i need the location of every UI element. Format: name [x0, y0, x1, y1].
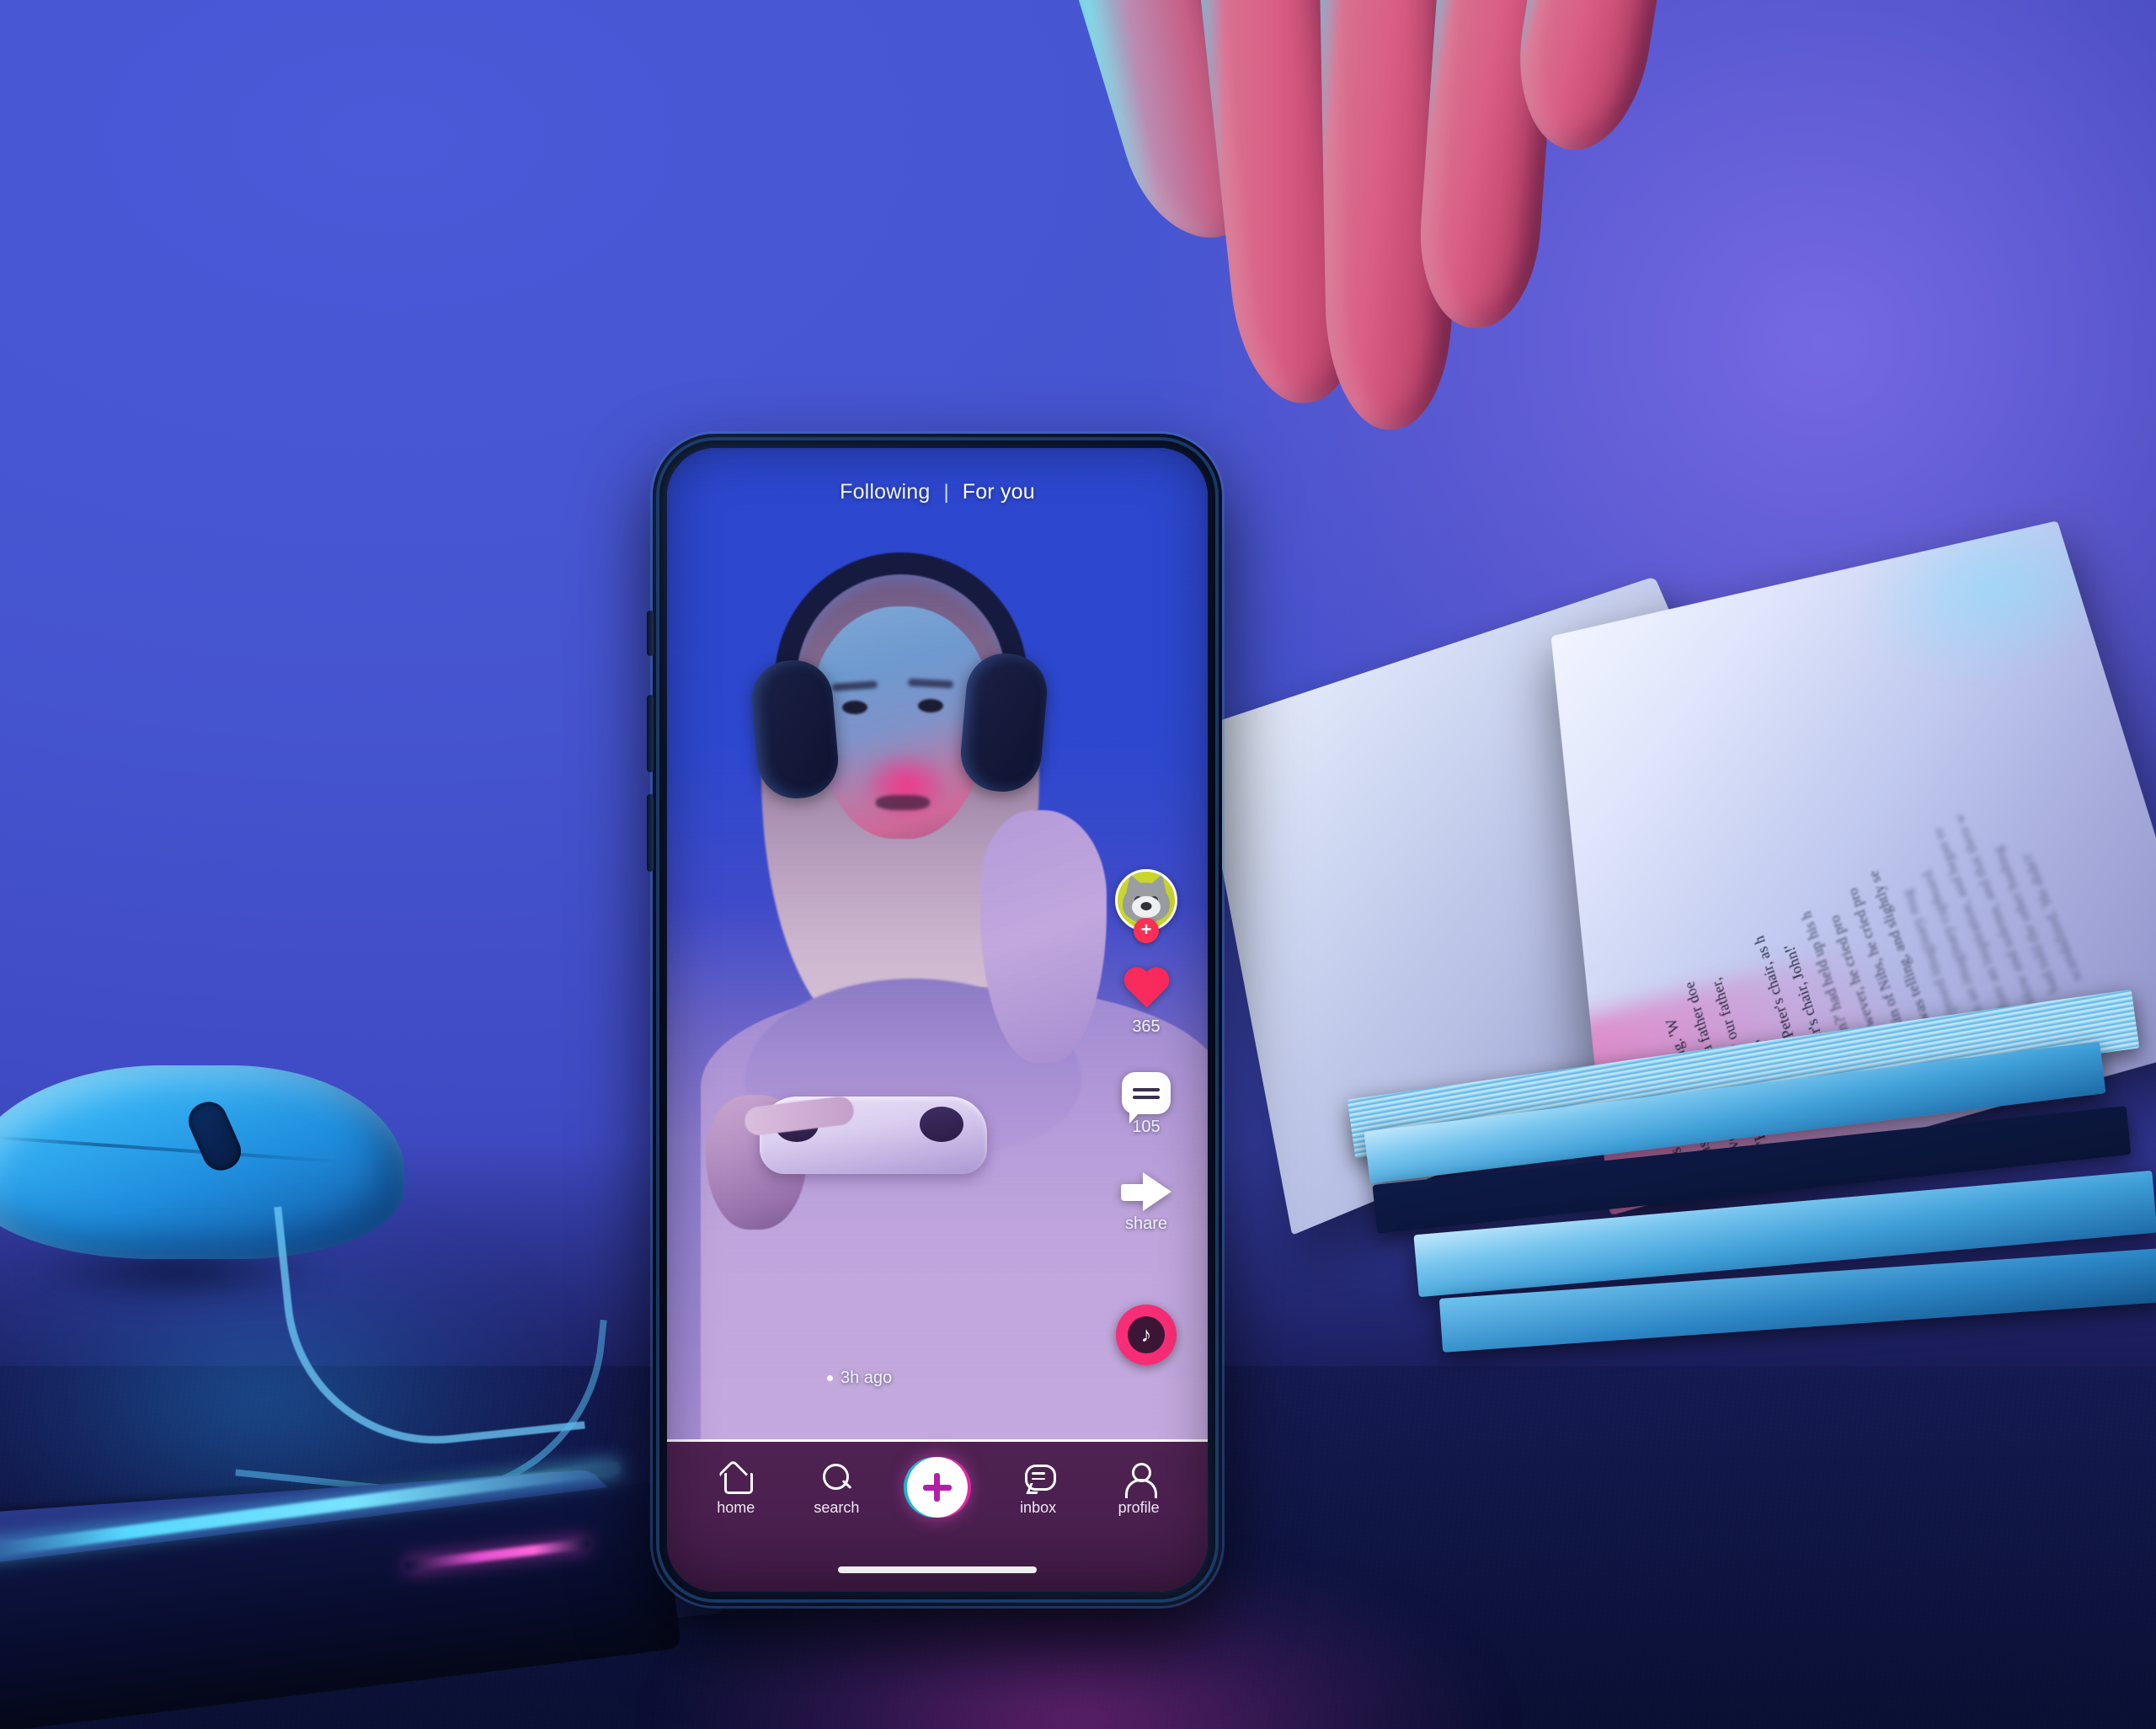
tab-for-you[interactable]: For you [963, 480, 1035, 504]
share-arrow-icon [1121, 1172, 1171, 1211]
raccoon-nose [1141, 902, 1152, 910]
creator-avatar-button[interactable]: + [1115, 869, 1177, 931]
eye [918, 699, 943, 712]
action-rail: + 365 105 share ♪ [1105, 869, 1187, 1365]
music-disc-button[interactable]: ♪ [1116, 1305, 1177, 1365]
nav-label-inbox: inbox [1020, 1499, 1056, 1517]
search-icon [820, 1462, 852, 1494]
eye [842, 701, 867, 714]
nav-label-search: search [814, 1499, 859, 1517]
share-label: share [1125, 1214, 1167, 1234]
phone-mute-switch[interactable] [647, 611, 654, 656]
music-note-glyph: ♪ [1128, 1316, 1165, 1353]
time-ago-label: 3h ago [841, 1369, 892, 1388]
profile-icon [1123, 1462, 1155, 1494]
mouth [876, 795, 930, 810]
feed-tabs: Following | For you [667, 480, 1208, 504]
phone-volume-up-button[interactable] [647, 695, 654, 772]
phone-volume-down-button[interactable] [647, 794, 654, 872]
book-stack [1246, 1061, 2139, 1415]
nav-label-profile: profile [1118, 1499, 1160, 1517]
open-book: twins.This was grumbling. 'Weven know ho… [1213, 505, 2156, 1246]
music-disc-icon: ♪ [1116, 1305, 1177, 1365]
scene-backdrop: twins.This was grumbling. 'Weven know ho… [0, 0, 2156, 1729]
comment-bubble-icon [1122, 1072, 1171, 1114]
tab-following[interactable]: Following [840, 480, 930, 504]
share-button[interactable]: share [1121, 1172, 1171, 1234]
like-button[interactable]: 365 [1122, 969, 1171, 1037]
home-icon [720, 1462, 752, 1494]
arrow-head [1143, 1172, 1171, 1211]
home-indicator[interactable] [838, 1566, 1037, 1573]
follow-plus-badge[interactable]: + [1134, 918, 1159, 943]
magenta-light-on-face [847, 744, 965, 835]
nav-item-inbox[interactable]: inbox [992, 1462, 1085, 1517]
bubble-line [1133, 1088, 1160, 1091]
tab-separator: | [944, 481, 949, 504]
like-count: 365 [1132, 1017, 1160, 1037]
bullet-dot [827, 1375, 833, 1381]
nav-item-search[interactable]: search [790, 1462, 883, 1517]
create-plus-icon [907, 1457, 968, 1518]
inbox-lines [1032, 1472, 1045, 1483]
bubble-line [1133, 1096, 1160, 1099]
headphone-earcup [749, 657, 841, 802]
nav-item-home[interactable]: home [690, 1462, 782, 1517]
raised-arm [980, 810, 1107, 1063]
nav-item-profile[interactable]: profile [1092, 1462, 1185, 1517]
nav-item-create[interactable] [891, 1462, 984, 1523]
heart-icon [1122, 969, 1171, 1012]
nav-label-home: home [717, 1499, 755, 1517]
inbox-icon [1022, 1462, 1054, 1494]
page-cyan-light [1790, 520, 2156, 760]
comment-button[interactable]: 105 [1122, 1072, 1171, 1137]
controller-grip-hole [920, 1107, 963, 1142]
smartphone: Following | For you + 365 105 share ♪ 3h… [653, 434, 1222, 1606]
reaching-hand [1086, 0, 1844, 362]
phone-screen: Following | For you + 365 105 share ♪ 3h… [667, 448, 1208, 1592]
computer-mouse [0, 1049, 438, 1326]
video-timestamp: 3h ago [827, 1369, 892, 1388]
tablet-device [0, 1423, 674, 1693]
plus-horizontal [923, 1485, 952, 1491]
